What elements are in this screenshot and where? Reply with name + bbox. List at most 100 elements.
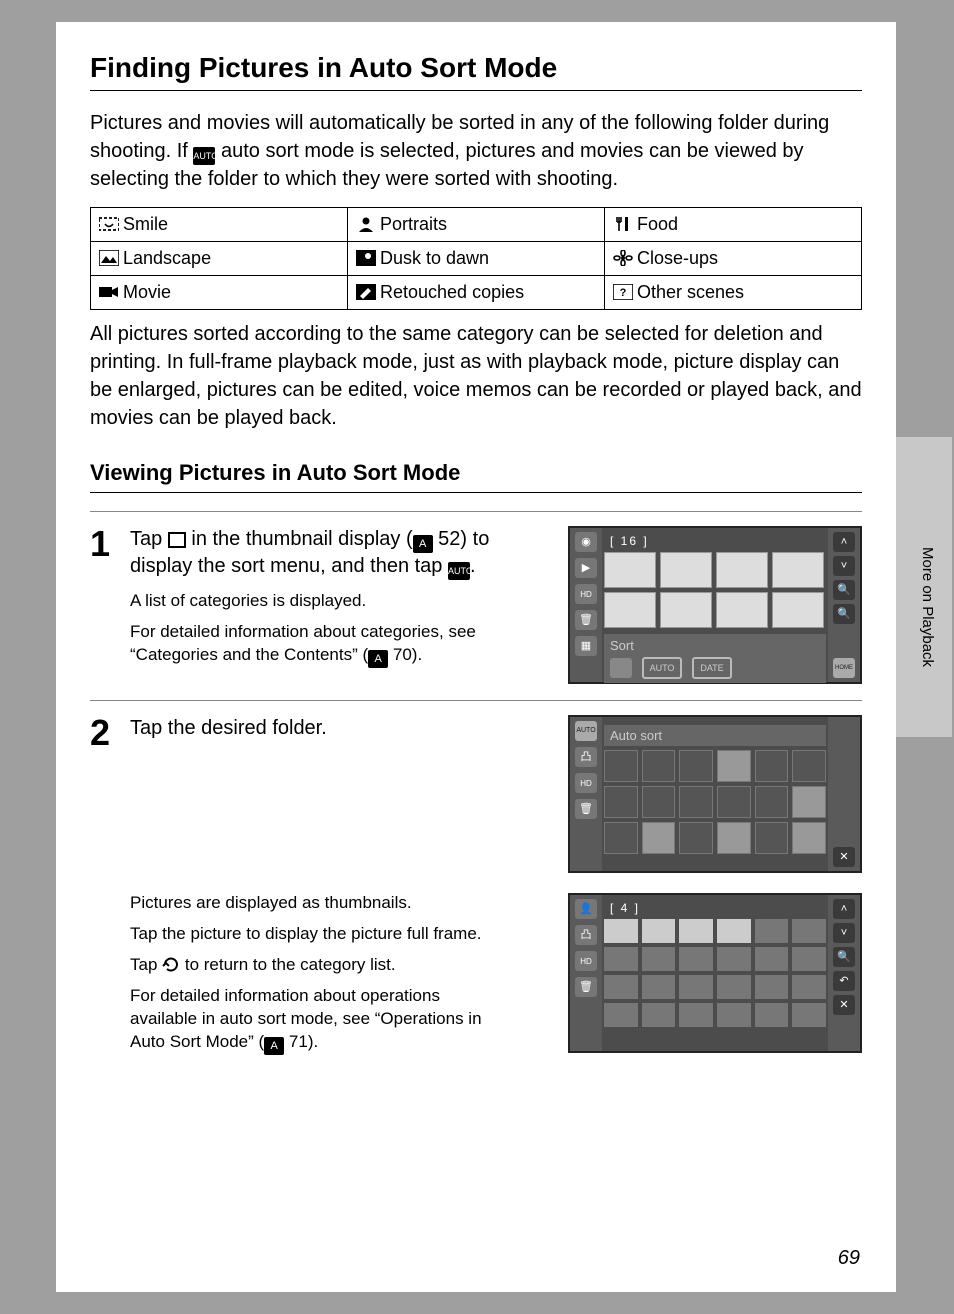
- smile-icon: [99, 216, 119, 232]
- step2-sub1: Pictures are displayed as thumbnails.: [130, 892, 504, 915]
- cat-retouch[interactable]: [679, 822, 713, 854]
- section-heading: Viewing Pictures in Auto Sort Mode: [90, 460, 862, 493]
- cell-text: Landscape: [123, 248, 211, 268]
- step2-sub4: For detailed information about operation…: [130, 985, 504, 1055]
- cat-portraits[interactable]: [679, 750, 713, 782]
- right-icon-rail: ˄ ˅ 🔍 🔍 HOME: [828, 528, 860, 682]
- thumbnail[interactable]: [660, 552, 712, 588]
- camera-screen-thumbs: 👤 凸 HD 🗑 ˄ ˅ 🔍 ↶ ✕ [ 4 ]: [568, 893, 862, 1053]
- after-table-paragraph: All pictures sorted according to the sam…: [90, 320, 862, 432]
- category-movie: Movie: [91, 276, 348, 310]
- step2-sub2: Tap the picture to display the picture f…: [130, 923, 504, 946]
- cell-text: Retouched copies: [380, 282, 524, 302]
- right-icon-rail: ✕: [828, 717, 860, 871]
- thumbnail[interactable]: [679, 919, 713, 943]
- print-icon[interactable]: 凸: [575, 925, 597, 945]
- page-ref: 52: [438, 528, 460, 550]
- image-counter: [ 16 ]: [610, 534, 826, 548]
- category-portraits: Portraits: [348, 208, 605, 242]
- left-icon-rail: AUTO 凸 HD 🗑: [570, 717, 602, 871]
- section-side-label: More on Playback: [919, 547, 936, 667]
- thumbnail[interactable]: [772, 592, 824, 628]
- page-ref: 70: [393, 645, 412, 664]
- person-icon: [356, 216, 376, 232]
- hd-icon[interactable]: HD: [575, 773, 597, 793]
- trash-icon[interactable]: 🗑: [575, 977, 597, 997]
- grid-icon[interactable]: ▦: [575, 636, 597, 656]
- sort-label: Sort: [610, 638, 634, 653]
- trash-icon[interactable]: 🗑: [575, 799, 597, 819]
- zoom-out-icon[interactable]: 🔍: [833, 604, 855, 624]
- zoom-icon[interactable]: 🔍: [833, 947, 855, 967]
- cat-landscape[interactable]: [604, 786, 638, 818]
- up-arrow-icon[interactable]: ˄: [833, 532, 855, 552]
- page-ref-icon: A: [368, 650, 388, 668]
- thumbnail[interactable]: [716, 592, 768, 628]
- camera-icon[interactable]: ◉: [575, 532, 597, 552]
- thumbnail[interactable]: [604, 592, 656, 628]
- home-icon[interactable]: HOME: [833, 658, 855, 678]
- thumbnail[interactable]: [604, 919, 638, 943]
- category-retouched: Retouched copies: [348, 276, 605, 310]
- person-icon[interactable]: 👤: [575, 899, 597, 919]
- back-icon[interactable]: ↶: [833, 971, 855, 991]
- thumbnail[interactable]: [717, 919, 751, 943]
- categories-table: Smile Portraits Food Landscape Dusk to d…: [90, 207, 862, 310]
- image-counter: [ 4 ]: [610, 901, 826, 915]
- hd-icon[interactable]: HD: [575, 951, 597, 971]
- down-arrow-icon[interactable]: ˅: [833, 556, 855, 576]
- thumbnail[interactable]: [772, 552, 824, 588]
- cat-closeup[interactable]: [755, 786, 789, 818]
- thumbnail-grid: [604, 919, 826, 1027]
- up-arrow-icon[interactable]: ˄: [833, 899, 855, 919]
- cell-text: Portraits: [380, 214, 447, 234]
- down-arrow-icon[interactable]: ˅: [833, 923, 855, 943]
- category-dusk: Dusk to dawn: [348, 242, 605, 276]
- movie-icon: [99, 284, 119, 300]
- cat-other[interactable]: [755, 822, 789, 854]
- category-other: ?Other scenes: [605, 276, 862, 310]
- cat-food[interactable]: [755, 750, 789, 782]
- retouch-icon: [356, 284, 376, 300]
- page-ref: 71: [289, 1032, 308, 1051]
- category-food: Food: [605, 208, 862, 242]
- thumbnail[interactable]: [660, 592, 712, 628]
- print-icon[interactable]: 凸: [575, 747, 597, 767]
- step-number: 1: [90, 526, 116, 684]
- manual-page: More on Playback Finding Pictures in Aut…: [56, 22, 896, 1292]
- thumbnail[interactable]: [604, 552, 656, 588]
- left-icon-rail: ◉ ▶ HD 🗑 ▦: [570, 528, 602, 682]
- cell-text: Smile: [123, 214, 168, 234]
- cell-text: Close-ups: [637, 248, 718, 268]
- page-number: 69: [838, 1247, 860, 1270]
- category-smile: Smile: [91, 208, 348, 242]
- step1-lead: Tap in the thumbnail display (A 52) to d…: [130, 526, 504, 580]
- date-pill[interactable]: DATE: [692, 657, 732, 679]
- auto-sort-icon: AUTO: [193, 147, 215, 165]
- page-ref-icon: A: [264, 1037, 284, 1055]
- step1-sub1: A list of categories is displayed.: [130, 590, 504, 613]
- auto-icon[interactable]: AUTO: [575, 721, 597, 741]
- category-grid: [604, 750, 826, 854]
- camera-screen-autosort: AUTO 凸 HD 🗑 ✕ Auto sort: [568, 715, 862, 873]
- zoom-in-icon[interactable]: 🔍: [833, 580, 855, 600]
- cell-text: Food: [637, 214, 678, 234]
- thumbnail[interactable]: [642, 919, 676, 943]
- cat-smile[interactable]: [604, 750, 638, 782]
- cat-movie[interactable]: [604, 822, 638, 854]
- close-icon[interactable]: ✕: [833, 995, 855, 1015]
- close-icon[interactable]: ✕: [833, 847, 855, 867]
- trash-icon[interactable]: 🗑: [575, 610, 597, 630]
- other-icon: ?: [613, 284, 633, 300]
- autosort-title: Auto sort: [604, 725, 826, 746]
- thumbnail[interactable]: [716, 552, 768, 588]
- playback-icon[interactable]: ▶: [575, 558, 597, 578]
- step-1: 1 ◉ ▶ HD 🗑 ▦ ˄ ˅ 🔍 🔍: [90, 511, 862, 684]
- favorites-icon[interactable]: [610, 658, 632, 678]
- flower-icon: [613, 250, 633, 266]
- intro-paragraph: Pictures and movies will automatically b…: [90, 109, 862, 193]
- auto-pill[interactable]: AUTO: [642, 657, 682, 679]
- hd-icon[interactable]: HD: [575, 584, 597, 604]
- left-icon-rail: 👤 凸 HD 🗑: [570, 895, 602, 1051]
- cat-dusk[interactable]: [679, 786, 713, 818]
